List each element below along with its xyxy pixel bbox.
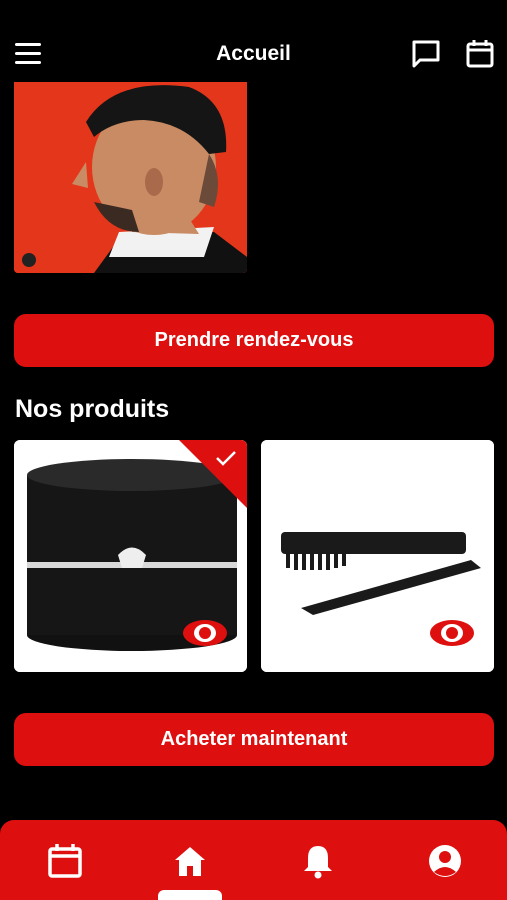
- bell-icon[interactable]: [299, 842, 337, 880]
- products-title: Nos produits: [15, 395, 170, 423]
- eye-icon[interactable]: [181, 618, 229, 648]
- home-indicator: [158, 890, 222, 900]
- media-badge-icon: [22, 253, 36, 267]
- product-card[interactable]: [261, 440, 494, 672]
- buy-now-button[interactable]: Acheter maintenant: [14, 713, 494, 766]
- calendar-icon[interactable]: [46, 842, 84, 880]
- app-header: Accueil: [0, 0, 507, 95]
- chat-icon[interactable]: [410, 38, 442, 70]
- selected-check-icon: [179, 440, 247, 508]
- home-icon[interactable]: [171, 842, 209, 880]
- appointment-button[interactable]: Prendre rendez-vous: [14, 314, 494, 367]
- profile-icon[interactable]: [426, 842, 464, 880]
- calendar-icon[interactable]: [464, 38, 496, 70]
- bottom-navigation: [0, 820, 507, 900]
- product-card[interactable]: [14, 440, 247, 672]
- eye-icon[interactable]: [428, 618, 476, 648]
- hero-photo[interactable]: [14, 82, 247, 273]
